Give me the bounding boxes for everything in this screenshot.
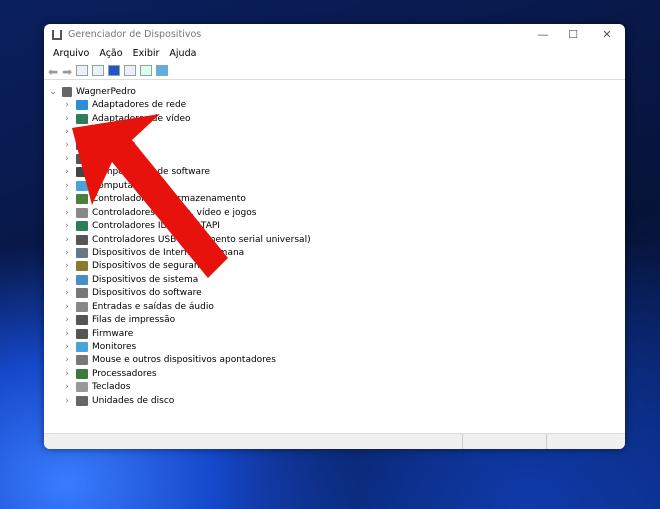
red-arrow-annotation bbox=[72, 114, 228, 278]
